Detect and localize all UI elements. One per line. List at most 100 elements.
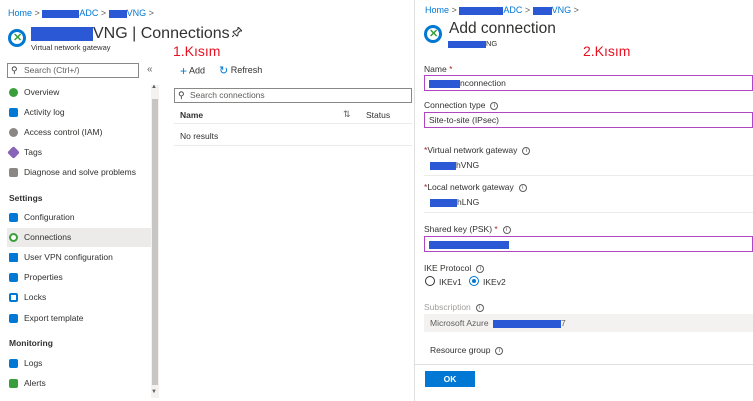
info-icon[interactable]: i bbox=[502, 225, 511, 234]
breadcrumb-resource-link[interactable]: ADC bbox=[42, 8, 98, 18]
scroll-down-icon[interactable]: ▼ bbox=[151, 389, 157, 395]
ike-v1-label[interactable]: IKEv1 bbox=[439, 277, 462, 287]
alerts-icon bbox=[9, 379, 18, 388]
sidebar-scrollbar[interactable] bbox=[151, 85, 159, 398]
info-icon[interactable]: i bbox=[475, 303, 484, 312]
search-connections-input[interactable]: ⚲ Search connections bbox=[174, 88, 412, 103]
ike-v1-radio[interactable] bbox=[425, 276, 435, 286]
add-button[interactable]: + Add bbox=[180, 64, 205, 78]
info-icon[interactable]: i bbox=[490, 101, 499, 110]
breadcrumb: Home > ADC > VNG > bbox=[8, 8, 154, 18]
footer-divider bbox=[414, 364, 753, 365]
subscription-select: Microsoft Azure 7 bbox=[424, 314, 753, 332]
plus-icon: + bbox=[180, 64, 188, 78]
sidebar-item-overview[interactable]: Overview bbox=[7, 83, 151, 102]
refresh-icon: ↻ bbox=[219, 65, 229, 77]
breadcrumb-separator: > bbox=[100, 8, 107, 18]
breadcrumb-gateway-link[interactable]: VNG bbox=[532, 5, 571, 15]
annotation-part-1: 1.Kısım bbox=[173, 43, 221, 59]
collapse-menu-icon[interactable]: « bbox=[147, 64, 153, 75]
breadcrumb-separator: > bbox=[451, 5, 457, 15]
tag-icon bbox=[7, 146, 20, 159]
redacted-text bbox=[492, 319, 561, 328]
scroll-up-icon[interactable]: ▲ bbox=[151, 84, 157, 90]
blade-title: Add connection bbox=[449, 20, 556, 37]
lng-label: *Local network gateway i bbox=[424, 182, 527, 192]
ike-v2-label[interactable]: IKEv2 bbox=[483, 277, 506, 287]
activity-log-icon bbox=[9, 108, 18, 117]
ike-v2-radio[interactable] bbox=[469, 276, 479, 286]
sidebar-item-connections[interactable]: Connections bbox=[7, 228, 151, 247]
sidebar-item-access-control[interactable]: Access control (IAM) bbox=[7, 123, 151, 142]
divider bbox=[424, 212, 753, 213]
search-icon: ⚲ bbox=[178, 90, 185, 100]
iam-icon bbox=[9, 128, 18, 137]
redacted-text bbox=[108, 9, 127, 18]
redacted-text bbox=[532, 6, 552, 15]
column-header-status[interactable]: Status bbox=[366, 110, 390, 120]
blade-subtitle: NG bbox=[448, 39, 497, 48]
ike-protocol-label: IKE Protocol i bbox=[424, 263, 485, 273]
sort-icon[interactable]: ⇅ bbox=[343, 109, 351, 120]
page-subtitle: Virtual network gateway bbox=[31, 43, 111, 52]
annotation-part-2: 2.Kısım bbox=[583, 43, 631, 59]
breadcrumb-separator: > bbox=[573, 5, 579, 15]
breadcrumb: Home > ADC > VNG > bbox=[425, 5, 579, 15]
wrench-icon bbox=[9, 168, 18, 177]
vng-label: *Virtual network gateway i bbox=[424, 145, 531, 155]
sidebar-item-diagnose[interactable]: Diagnose and solve problems bbox=[7, 163, 151, 182]
virtual-network-gateway-icon: ✕ bbox=[8, 29, 26, 47]
sidebar-item-properties[interactable]: Properties bbox=[7, 268, 151, 287]
lng-value[interactable]: hLNG bbox=[430, 197, 479, 207]
redacted-text bbox=[430, 198, 457, 207]
divider bbox=[424, 175, 753, 176]
sidebar-item-locks[interactable]: Locks bbox=[7, 288, 151, 307]
search-icon: ⚲ bbox=[11, 65, 18, 75]
breadcrumb-gateway-link[interactable]: VNG bbox=[108, 8, 146, 18]
connection-icon: ✕ bbox=[424, 25, 442, 43]
connection-type-label: Connection type i bbox=[424, 100, 499, 110]
refresh-button[interactable]: ↻ Refresh bbox=[219, 64, 262, 77]
resource-menu-search-input[interactable]: ⚲ Search (Ctrl+/) bbox=[7, 63, 139, 78]
sidebar-item-activity-log[interactable]: Activity log bbox=[7, 103, 151, 122]
redacted-text bbox=[448, 40, 486, 48]
redacted-text bbox=[42, 9, 80, 18]
breadcrumb-resource-link[interactable]: ADC bbox=[459, 5, 522, 15]
info-icon[interactable]: i bbox=[495, 346, 504, 355]
sidebar-item-export-template[interactable]: Export template bbox=[7, 309, 151, 328]
page-title: VNG | Connections bbox=[31, 25, 230, 43]
redacted-text bbox=[429, 240, 509, 249]
configuration-icon bbox=[9, 213, 18, 222]
breadcrumb-separator: > bbox=[524, 5, 531, 15]
no-results-text: No results bbox=[180, 131, 219, 141]
sidebar-item-logs[interactable]: Logs bbox=[7, 354, 151, 373]
sidebar-item-tags[interactable]: Tags bbox=[7, 143, 151, 162]
ok-button[interactable]: OK bbox=[425, 371, 475, 387]
shared-key-input[interactable] bbox=[424, 236, 753, 252]
sidebar-item-alerts[interactable]: Alerts bbox=[7, 374, 151, 393]
info-icon[interactable]: i bbox=[518, 183, 527, 192]
table-divider bbox=[174, 145, 412, 146]
breadcrumb-separator: > bbox=[148, 8, 154, 18]
column-header-name[interactable]: Name bbox=[180, 110, 203, 120]
vng-value[interactable]: hVNG bbox=[430, 160, 479, 170]
scrollbar-thumb[interactable] bbox=[152, 99, 158, 385]
sidebar-item-configuration[interactable]: Configuration bbox=[7, 208, 151, 227]
info-icon[interactable]: i bbox=[476, 264, 485, 273]
name-input[interactable]: nconnection bbox=[424, 75, 753, 91]
section-title-settings: Settings bbox=[9, 193, 43, 203]
connection-type-select[interactable]: Site-to-site (IPsec) bbox=[424, 112, 753, 128]
pin-icon[interactable] bbox=[231, 25, 244, 40]
redacted-text bbox=[459, 6, 504, 15]
breadcrumb-home-link[interactable]: Home bbox=[425, 5, 449, 15]
lock-icon bbox=[9, 293, 18, 302]
breadcrumb-home-link[interactable]: Home bbox=[8, 8, 32, 18]
redacted-text bbox=[430, 161, 456, 170]
logs-icon bbox=[9, 359, 18, 368]
subscription-label: Subscription i bbox=[424, 302, 484, 312]
connections-icon bbox=[9, 233, 18, 242]
redacted-text bbox=[31, 26, 93, 41]
info-icon[interactable]: i bbox=[522, 146, 531, 155]
section-title-monitoring: Monitoring bbox=[9, 338, 53, 348]
sidebar-item-user-vpn[interactable]: User VPN configuration bbox=[7, 248, 151, 267]
